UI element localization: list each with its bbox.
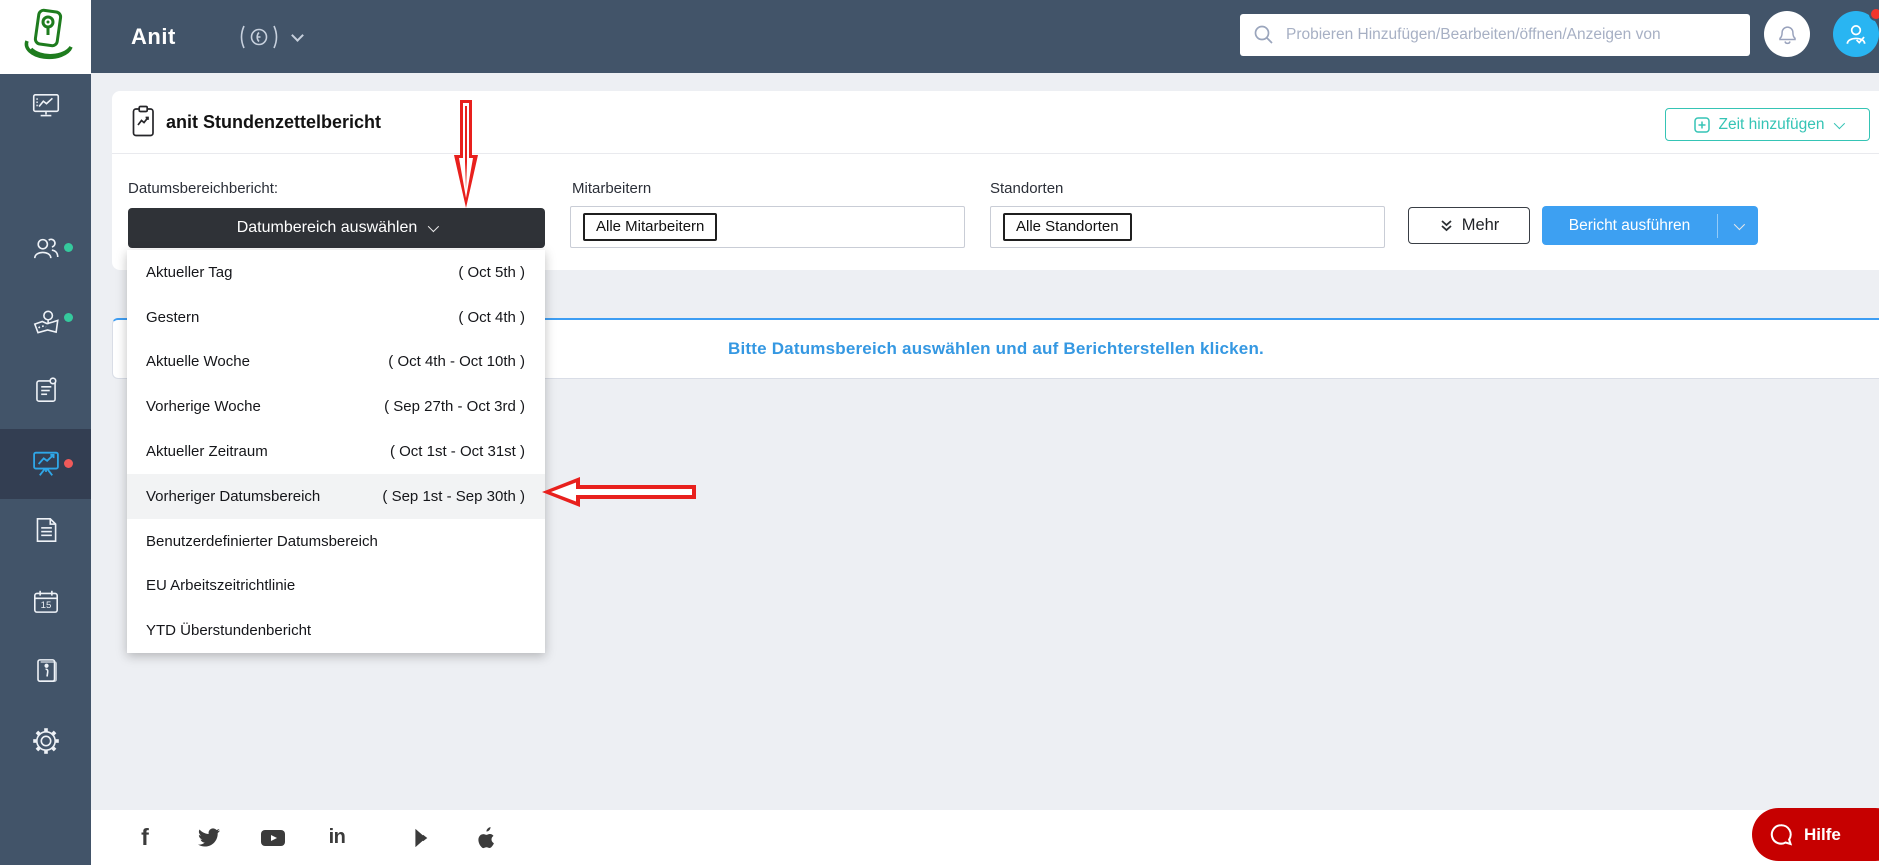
sidebar-item-team[interactable]: [0, 223, 91, 275]
chevron-down-icon: [1833, 117, 1844, 128]
footer: f in: [91, 810, 1879, 865]
currency-icon[interactable]: [237, 24, 281, 55]
dashboard-icon: [30, 90, 62, 122]
sidebar-item-reports[interactable]: [0, 429, 91, 499]
google-play-icon[interactable]: [410, 827, 436, 849]
report-card: anit Stundenzettelbericht Zeit hinzufüge…: [112, 91, 1879, 270]
locations-status-dot: [64, 313, 73, 322]
sidebar-item-settings[interactable]: [0, 715, 91, 767]
calendar-icon: 15: [30, 586, 62, 618]
sidebar-item-documents[interactable]: [0, 504, 91, 556]
annotation-arrow-left: [540, 475, 698, 514]
date-range-select[interactable]: Datumbereich auswählen: [128, 208, 545, 248]
linkedin-icon[interactable]: in: [324, 826, 350, 849]
reports-status-dot: [64, 459, 73, 468]
dropdown-item-range: ( Oct 4th - Oct 10th ): [388, 353, 525, 370]
dropdown-item-range: ( Sep 27th - Oct 3rd ): [384, 398, 525, 415]
locations-chip[interactable]: Alle Standorten: [1003, 213, 1132, 241]
youtube-icon[interactable]: [260, 828, 286, 848]
run-report-label: Bericht ausführen: [1542, 217, 1717, 235]
settings-icon: [30, 725, 62, 757]
dropdown-item-label: YTD Überstundenbericht: [146, 622, 311, 639]
chevron-down-icon[interactable]: [291, 29, 304, 42]
apple-icon[interactable]: [474, 826, 500, 849]
topbar: Anit: [0, 0, 1879, 73]
sidebar-item-locations[interactable]: [0, 296, 91, 348]
dropdown-item-label: Benutzerdefinierter Datumsbereich: [146, 533, 378, 550]
dropdown-item-range: ( Oct 5th ): [458, 264, 525, 281]
dropdown-item[interactable]: Aktueller Tag ( Oct 5th ): [127, 250, 545, 295]
dropdown-item[interactable]: Aktuelle Woche ( Oct 4th - Oct 10th ): [127, 340, 545, 385]
svg-text:15: 15: [40, 600, 51, 611]
sidebar: 15: [0, 74, 91, 865]
user-check-icon: [1842, 20, 1870, 48]
dropdown-item[interactable]: Vorheriger Datumsbereich ( Sep 1st - Sep…: [127, 474, 545, 519]
sidebar-item-handbook[interactable]: [0, 644, 91, 696]
dropdown-item[interactable]: Vorherige Woche ( Sep 27th - Oct 3rd ): [127, 384, 545, 429]
run-report-caret[interactable]: [1718, 222, 1758, 230]
locations-icon: [30, 306, 62, 338]
add-time-label: Zeit hinzufügen: [1719, 116, 1825, 134]
sidebar-item-dashboard[interactable]: [0, 80, 91, 132]
dropdown-item-label: Gestern: [146, 309, 199, 326]
double-chevron-down-icon: [1439, 218, 1454, 233]
dropdown-item[interactable]: Aktueller Zeitraum ( Oct 1st - Oct 31st …: [127, 429, 545, 474]
sidebar-item-notes[interactable]: [0, 364, 91, 416]
employees-chip[interactable]: Alle Mitarbeitern: [583, 213, 717, 241]
report-card-header: anit Stundenzettelbericht Zeit hinzufüge…: [112, 91, 1879, 154]
run-report-button[interactable]: Bericht ausführen: [1542, 206, 1758, 245]
notifications-button[interactable]: [1764, 11, 1810, 57]
dropdown-item-range: ( Oct 1st - Oct 31st ): [390, 443, 525, 460]
dropdown-item[interactable]: Gestern ( Oct 4th ): [127, 295, 545, 340]
page-title: anit Stundenzettelbericht: [166, 112, 381, 133]
dropdown-item-label: Aktueller Zeitraum: [146, 443, 268, 460]
app-title: Anit: [131, 0, 176, 73]
avatar-notification-dot: [1869, 7, 1879, 21]
employees-label: Mitarbeitern: [572, 180, 651, 197]
handbook-icon: [30, 654, 62, 686]
dropdown-item-range: ( Sep 1st - Sep 30th ): [382, 488, 525, 505]
date-range-label: Datumsbereichbericht:: [128, 180, 278, 197]
date-range-dropdown: Aktueller Tag ( Oct 5th ) Gestern ( Oct …: [127, 250, 545, 653]
report-clipboard-icon: [131, 105, 156, 143]
documents-icon: [30, 514, 62, 546]
plus-square-icon: [1694, 117, 1710, 133]
help-button[interactable]: Hilfe: [1752, 808, 1879, 861]
team-icon: [30, 233, 62, 265]
app-logo[interactable]: [0, 0, 91, 74]
app-screen: Anit: [0, 0, 1879, 865]
dropdown-item-label: EU Arbeitszeitrichtlinie: [146, 577, 295, 594]
more-button[interactable]: Mehr: [1408, 207, 1530, 244]
chat-icon: [1768, 822, 1794, 848]
locations-label: Standorten: [990, 180, 1063, 197]
dropdown-item-label: Vorheriger Datumsbereich: [146, 488, 320, 505]
global-search[interactable]: [1240, 14, 1750, 56]
sidebar-item-calendar[interactable]: 15: [0, 576, 91, 628]
dropdown-item-label: Aktueller Tag: [146, 264, 232, 281]
logo-icon: [17, 7, 75, 67]
more-label: Mehr: [1462, 216, 1500, 235]
search-icon: [1252, 23, 1276, 47]
bell-icon: [1773, 20, 1801, 48]
dropdown-item[interactable]: YTD Überstundenbericht: [127, 608, 545, 653]
dropdown-item-label: Aktuelle Woche: [146, 353, 250, 370]
chevron-down-icon: [428, 221, 439, 232]
annotation-arrow-down: [452, 100, 480, 215]
dropdown-item[interactable]: EU Arbeitszeitrichtlinie: [127, 563, 545, 608]
dropdown-item[interactable]: Benutzerdefinierter Datumsbereich: [127, 519, 545, 564]
twitter-icon[interactable]: [196, 828, 222, 848]
date-range-select-label: Datumbereich auswählen: [237, 219, 418, 237]
facebook-icon[interactable]: f: [132, 824, 158, 851]
help-label: Hilfe: [1804, 825, 1841, 845]
reports-icon: [29, 447, 63, 481]
employees-input[interactable]: Alle Mitarbeitern: [570, 206, 965, 248]
dropdown-item-label: Vorherige Woche: [146, 398, 261, 415]
search-input[interactable]: [1286, 26, 1738, 44]
team-status-dot: [64, 243, 73, 252]
info-banner-text: Bitte Datumsbereich auswählen und auf Be…: [728, 339, 1264, 359]
notes-icon: [30, 374, 62, 406]
add-time-button[interactable]: Zeit hinzufügen: [1665, 108, 1870, 141]
locations-input[interactable]: Alle Standorten: [990, 206, 1385, 248]
dropdown-item-range: ( Oct 4th ): [458, 309, 525, 326]
